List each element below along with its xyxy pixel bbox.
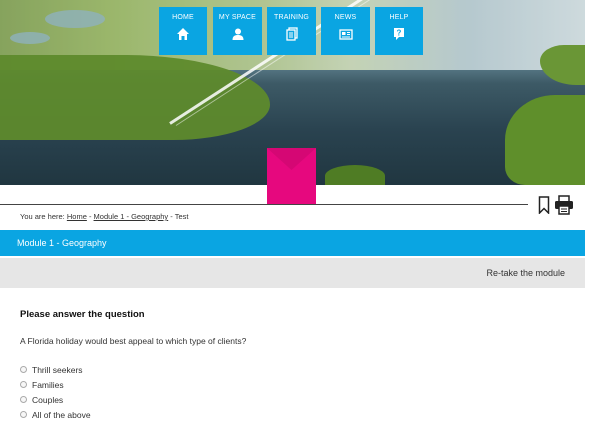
breadcrumb-prefix: You are here: xyxy=(20,212,65,221)
brand-notch-icon xyxy=(267,148,316,170)
hero-land-right-upper xyxy=(540,45,585,85)
question-heading: Please answer the question xyxy=(20,309,145,320)
answer-option-label: Thrill seekers xyxy=(32,364,83,375)
answer-option[interactable]: Thrill seekers xyxy=(20,362,91,377)
nav-my-space[interactable]: MY SPACE xyxy=(213,7,262,55)
nav-home[interactable]: HOME xyxy=(159,7,207,55)
answer-option[interactable]: Couples xyxy=(20,392,91,407)
nav-news[interactable]: NEWS xyxy=(321,7,370,55)
module-title-bar: Module 1 - Geography xyxy=(0,230,585,256)
module-title: Module 1 - Geography xyxy=(17,238,107,248)
header-divider xyxy=(0,204,528,205)
nav-training[interactable]: TRAINING xyxy=(267,7,316,55)
radio-button[interactable] xyxy=(20,381,27,388)
nav-help[interactable]: HELP ? xyxy=(375,7,423,55)
breadcrumb-home-link[interactable]: Home xyxy=(67,212,87,221)
home-icon xyxy=(177,28,189,40)
breadcrumb-module-link[interactable]: Module 1 - Geography xyxy=(94,212,169,221)
retake-module-link[interactable]: Re-take the module xyxy=(486,258,565,288)
nav-home-label: HOME xyxy=(172,14,194,21)
question-icon: ? xyxy=(394,28,404,40)
breadcrumb: You are here: Home - Module 1 - Geograph… xyxy=(20,212,189,221)
answer-options: Thrill seekers Families Couples All of t… xyxy=(20,362,91,422)
hero-island xyxy=(325,165,385,185)
question-text: A Florida holiday would best appeal to w… xyxy=(20,336,247,346)
hero-pond xyxy=(10,32,50,44)
answer-option-label: All of the above xyxy=(32,409,91,420)
answer-option-label: Couples xyxy=(32,394,64,405)
newspaper-icon xyxy=(338,29,353,40)
svg-text:?: ? xyxy=(397,29,402,38)
nav-help-label: HELP xyxy=(389,14,409,21)
documents-icon xyxy=(285,27,298,41)
bookmark-icon[interactable] xyxy=(538,196,550,214)
nav-training-label: TRAINING xyxy=(273,14,310,21)
user-icon xyxy=(232,28,243,40)
print-icon[interactable] xyxy=(554,195,574,215)
answer-option-label: Families xyxy=(32,379,64,390)
radio-button[interactable] xyxy=(20,366,27,373)
hero-pond xyxy=(45,10,105,28)
radio-button[interactable] xyxy=(20,411,27,418)
breadcrumb-current: Test xyxy=(174,212,189,221)
nav-news-label: NEWS xyxy=(334,14,357,21)
answer-option[interactable]: All of the above xyxy=(20,407,91,422)
nav-my-space-label: MY SPACE xyxy=(218,14,257,21)
radio-button[interactable] xyxy=(20,396,27,403)
retake-bar: Re-take the module xyxy=(0,258,585,288)
hero-land-right xyxy=(505,95,585,185)
answer-option[interactable]: Families xyxy=(20,377,91,392)
brand-logo[interactable] xyxy=(267,148,316,204)
